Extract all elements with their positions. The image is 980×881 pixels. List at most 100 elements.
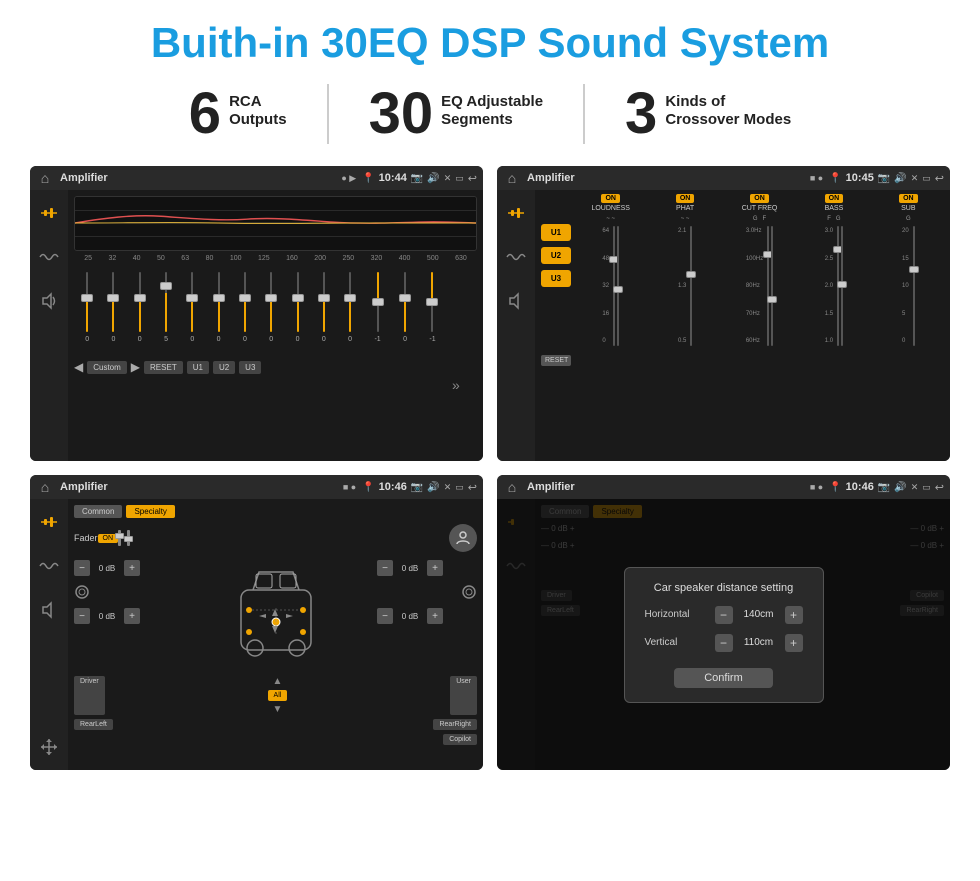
dialog-confirm-button[interactable]: Confirm [674,668,773,688]
dsp-sidebar-speaker[interactable] [503,288,529,314]
fader-br-plus[interactable]: + [427,608,443,624]
eq-sidebar-wave[interactable] [36,244,62,270]
sub-slider1[interactable] [913,226,915,346]
status-icons-fader: 📍 10:46 📷 🔊 ✕ ▭ ↩ [362,481,477,494]
fader-btn-user[interactable]: User [450,676,477,715]
eq-slider-4[interactable]: 0 [190,272,194,352]
fader-sidebar [30,499,68,770]
fader-bl-control: − 0 dB + [74,608,174,624]
eq-slider-6[interactable]: 0 [243,272,247,352]
home-icon-fader[interactable]: ⌂ [36,478,54,496]
back-icon-dsp[interactable]: ↩ [935,172,944,185]
stat-eq-label: EQ Adjustable Segments [441,85,543,129]
status-bar-fader: ⌂ Amplifier ■ ● 📍 10:46 📷 🔊 ✕ ▭ ↩ [30,475,483,499]
eq-slider-11[interactable]: -1 [374,272,380,352]
fader-sidebar-eq[interactable] [36,509,62,535]
eq-sidebar-speaker[interactable] [36,288,62,314]
fader-user-icon[interactable] [449,524,477,552]
dsp-presets-list: U1 U2 U3 RESET [541,224,571,366]
eq-u1-btn[interactable]: U1 [187,361,209,374]
fader-btn-copilot[interactable]: Copilot [443,734,477,745]
dsp-preset-u3[interactable]: U3 [541,270,571,287]
eq-slider-12[interactable]: 0 [403,272,407,352]
eq-slider-0[interactable]: 0 [85,272,89,352]
back-icon-fader[interactable]: ↩ [468,481,477,494]
distance-dialog-title: Car speaker distance setting [645,582,803,594]
fader-up-arrow[interactable]: ▲ [272,676,282,687]
fader-br-minus[interactable]: − [377,608,393,624]
fader-btn-all[interactable]: All [268,690,288,701]
fader-bl-minus[interactable]: − [74,608,90,624]
fader-tab-common[interactable]: Common [74,505,122,518]
signal-icon-dist: ✕ [911,482,919,493]
dialog-horizontal-plus[interactable]: + [785,606,803,624]
dialog-horizontal-minus[interactable]: − [715,606,733,624]
dsp-preset-u2[interactable]: U2 [541,247,571,264]
home-icon[interactable]: ⌂ [36,169,54,187]
eq-slider-3[interactable]: 5 [164,272,168,352]
back-icon-eq[interactable]: ↩ [468,172,477,185]
fader-down-arrow[interactable]: ▼ [272,704,282,715]
cutfreq-slider2[interactable] [771,226,773,346]
eq-slider-10[interactable]: 0 [348,272,352,352]
dsp-preset-u1[interactable]: U1 [541,224,571,241]
dsp-sidebar-eq[interactable] [503,200,529,226]
fader-br-control: − 0 dB + [377,608,477,624]
dialog-horizontal-row: Horizontal − 140cm + [645,606,803,624]
screen-fader: ⌂ Amplifier ■ ● 📍 10:46 📷 🔊 ✕ ▭ ↩ [30,475,483,770]
bass-slider2[interactable] [841,226,843,346]
stat-crossover-line2: Crossover Modes [665,111,791,129]
loudness-slider2[interactable] [617,226,619,346]
dsp-sidebar [497,190,535,461]
fader-tr-plus[interactable]: + [427,560,443,576]
battery-icon-dsp: ▭ [922,173,931,184]
fader-sidebar-arrows[interactable] [36,734,62,760]
dialog-horizontal-label: Horizontal [645,609,690,620]
home-icon-dist[interactable]: ⌂ [503,478,521,496]
next-arrow[interactable]: ▶ [131,360,140,374]
eq-slider-5[interactable]: 0 [217,272,221,352]
fader-sliders-mini [118,530,130,546]
eq-slider-2[interactable]: 0 [138,272,142,352]
fader-tl-plus[interactable]: + [124,560,140,576]
fader-tr-minus[interactable]: − [377,560,393,576]
eq-u3-btn[interactable]: U3 [239,361,261,374]
eq-slider-9[interactable]: 0 [322,272,326,352]
eq-slider-7[interactable]: 0 [269,272,273,352]
eq-u2-btn[interactable]: U2 [213,361,235,374]
eq-custom-btn[interactable]: Custom [87,361,127,374]
fader-tl-control: − 0 dB + [74,560,174,576]
dsp-sidebar-wave[interactable] [503,244,529,270]
fader-btn-rearleft[interactable]: RearLeft [74,719,113,730]
phat-slider1[interactable] [690,226,692,346]
fader-btn-driver[interactable]: Driver [74,676,105,715]
location-icon: 📍 [362,173,374,184]
expand-arrow-eq[interactable]: » [452,377,460,393]
home-icon-dsp[interactable]: ⌂ [503,169,521,187]
eq-slider-13[interactable]: -1 [429,272,435,352]
status-bar-dsp: ⌂ Amplifier ■ ● 📍 10:45 📷 🔊 ✕ ▭ ↩ [497,166,950,190]
dialog-vertical-plus[interactable]: + [785,634,803,652]
eq-slider-1[interactable]: 0 [111,272,115,352]
camera-icon: 📷 [411,173,423,184]
fader-tl-minus[interactable]: − [74,560,90,576]
fader-tr-control: − 0 dB + [377,560,477,576]
eq-sidebar-eq[interactable] [36,200,62,226]
prev-arrow[interactable]: ◀ [74,360,83,374]
eq-slider-8[interactable]: 0 [296,272,300,352]
fader-right-controls: − 0 dB + − 0 dB + [377,560,477,624]
fader-sidebar-wave[interactable] [36,553,62,579]
volume-icon: 🔊 [427,173,439,184]
fader-tab-specialty[interactable]: Specialty [126,505,174,518]
back-icon-dist[interactable]: ↩ [935,481,944,494]
fader-bl-plus[interactable]: + [124,608,140,624]
fader-left-speaker [74,584,174,600]
dsp-sub-sliders: 20 15 10 5 0 [873,226,944,366]
dsp-reset-btn[interactable]: RESET [541,355,571,366]
fader-btn-rearright[interactable]: RearRight [433,719,477,730]
eq-reset-btn[interactable]: RESET [144,361,183,374]
fader-sidebar-speaker[interactable] [36,597,62,623]
cutfreq-slider1[interactable] [767,226,769,346]
fader-screen-title: Amplifier [60,481,337,493]
dialog-vertical-minus[interactable]: − [715,634,733,652]
